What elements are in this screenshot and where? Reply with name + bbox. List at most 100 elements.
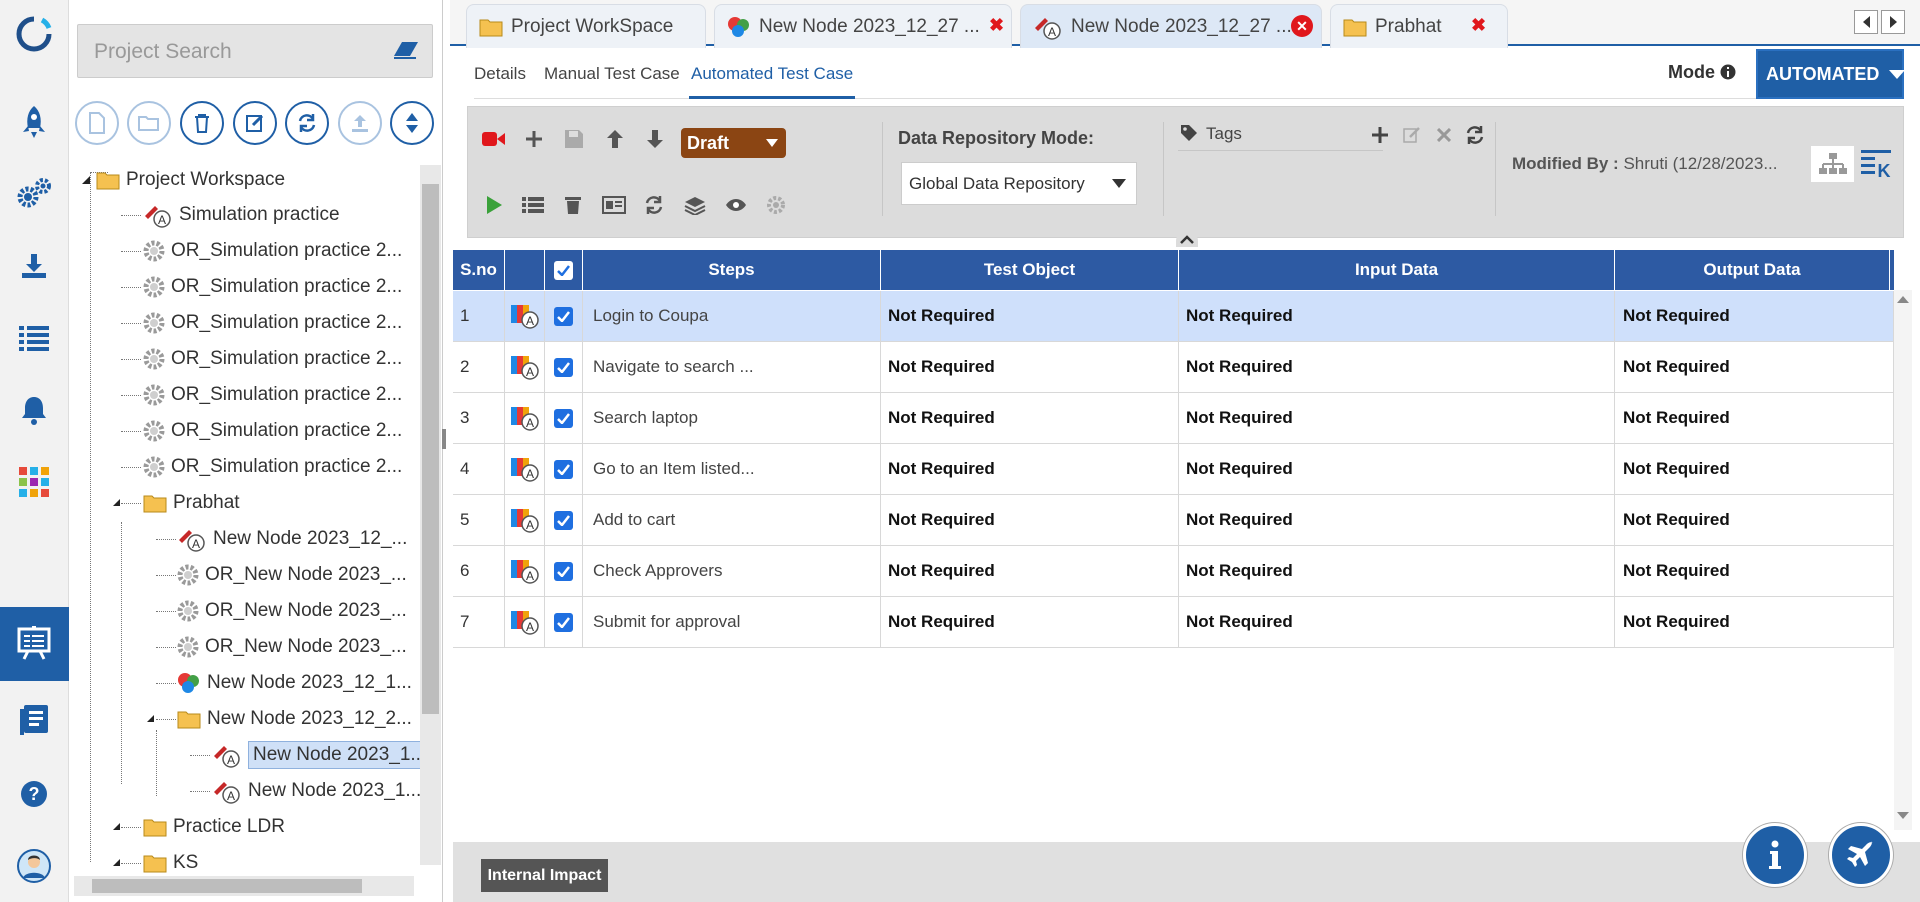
table-row[interactable]: 5 A Add to cart Not Required Not Required Not… — [453, 495, 1894, 546]
collapse-triangle-icon[interactable] — [147, 715, 154, 722]
refresh-button[interactable] — [285, 101, 329, 145]
sync-icon[interactable] — [640, 191, 668, 219]
cell-test-object[interactable]: Not Required — [881, 546, 1179, 596]
remove-tag-icon[interactable] — [1430, 121, 1458, 149]
scroll-down-arrow-icon[interactable] — [1897, 812, 1909, 819]
delete-button[interactable] — [180, 101, 224, 145]
settings-gear-icon[interactable] — [762, 191, 790, 219]
tab-prabhat[interactable]: Prabhat ✖ — [1330, 4, 1508, 48]
cell-test-object[interactable]: Not Required — [881, 393, 1179, 443]
table-row[interactable]: 3 A Search laptop Not Required Not Required N… — [453, 393, 1894, 444]
cell-output-data[interactable]: Not Required — [1615, 495, 1894, 545]
status-dropdown[interactable]: Draft — [681, 128, 786, 158]
row-checkbox[interactable] — [554, 306, 573, 326]
cell-test-object[interactable]: Not Required — [881, 597, 1179, 647]
keyword-view-button[interactable]: K — [1858, 146, 1896, 182]
cell-step[interactable]: Check Approvers — [583, 546, 881, 596]
cell-output-data[interactable]: Not Required — [1615, 444, 1894, 494]
tree-root-folder[interactable]: Project Workspace — [82, 163, 285, 197]
tree-hscroll-thumb[interactable] — [92, 879, 362, 893]
edit-tag-icon[interactable] — [1398, 121, 1426, 149]
tab-scroll-left-button[interactable] — [1854, 10, 1878, 34]
tree-node[interactable]: New Node 2023_12_1... — [177, 666, 412, 700]
cell-output-data[interactable]: Not Required — [1615, 291, 1894, 341]
grid-vertical-scrollbar[interactable] — [1894, 290, 1912, 830]
table-row[interactable]: 1 A Login to Coupa Not Required Not Required… — [453, 291, 1894, 342]
cell-input-data[interactable]: Not Required — [1179, 444, 1615, 494]
cell-output-data[interactable]: Not Required — [1615, 393, 1894, 443]
rail-item-testcases-active[interactable] — [0, 607, 80, 681]
sort-button[interactable] — [390, 101, 434, 145]
tree-node[interactable]: A New Node 2023_1... — [212, 774, 421, 808]
help-icon[interactable]: ? — [14, 774, 54, 814]
tab-node-testcase-active[interactable]: A New Node 2023_12_27 ... ✕ — [1020, 4, 1322, 48]
table-row[interactable]: 7 A Submit for approval Not Required Not Req… — [453, 597, 1894, 648]
download-icon[interactable] — [14, 246, 54, 286]
bell-icon[interactable] — [14, 390, 54, 430]
gears-icon[interactable] — [14, 174, 54, 214]
cell-input-data[interactable]: Not Required — [1179, 291, 1615, 341]
tree-node[interactable]: OR_Simulation practice 2... — [143, 306, 402, 340]
apps-grid-icon[interactable] — [14, 462, 54, 502]
eye-icon[interactable] — [722, 191, 750, 219]
row-checkbox[interactable] — [554, 459, 573, 479]
cell-output-data[interactable]: Not Required — [1615, 342, 1894, 392]
cell-input-data[interactable]: Not Required — [1179, 342, 1615, 392]
collapse-triangle-icon[interactable] — [113, 823, 120, 830]
cell-checkbox[interactable] — [545, 495, 583, 545]
row-checkbox[interactable] — [554, 408, 573, 428]
table-row[interactable]: 2 A Navigate to search ... Not Required Not … — [453, 342, 1894, 393]
report-icon[interactable] — [600, 191, 628, 219]
collapse-toolbar-button[interactable] — [1176, 231, 1198, 247]
subtab-details[interactable]: Details — [474, 64, 526, 84]
open-folder-button[interactable] — [127, 101, 171, 145]
cell-input-data[interactable]: Not Required — [1179, 393, 1615, 443]
cell-checkbox[interactable] — [545, 444, 583, 494]
cell-input-data[interactable]: Not Required — [1179, 597, 1615, 647]
cell-checkbox[interactable] — [545, 597, 583, 647]
tree-node[interactable]: A Simulation practice — [143, 198, 340, 232]
table-row[interactable]: 6 A Check Approvers Not Required Not Require… — [453, 546, 1894, 597]
new-file-button[interactable] — [75, 101, 119, 145]
record-icon[interactable] — [480, 125, 508, 153]
cell-checkbox[interactable] — [545, 342, 583, 392]
tree-node[interactable]: OR_New Node 2023_... — [177, 630, 407, 664]
row-checkbox[interactable] — [554, 561, 573, 581]
move-up-icon[interactable] — [601, 125, 629, 153]
tree-folder[interactable]: KS — [143, 846, 198, 880]
cell-input-data[interactable]: Not Required — [1179, 495, 1615, 545]
list-icon[interactable] — [14, 318, 54, 358]
cell-step[interactable]: Add to cart — [583, 495, 881, 545]
tab-close-icon[interactable]: ✖ — [989, 15, 1004, 36]
tree-node[interactable]: OR_Simulation practice 2... — [143, 234, 402, 268]
upload-button[interactable] — [338, 101, 382, 145]
cell-test-object[interactable]: Not Required — [881, 291, 1179, 341]
eraser-icon[interactable] — [392, 40, 420, 60]
tree-node[interactable]: OR_Simulation practice 2... — [143, 378, 402, 412]
tree-node[interactable]: OR_Simulation practice 2... — [143, 270, 402, 304]
subtab-automated-test-case[interactable]: Automated Test Case — [691, 64, 853, 84]
tab-close-circle-icon[interactable]: ✕ — [1291, 15, 1313, 37]
layers-icon[interactable] — [681, 191, 709, 219]
trash-icon[interactable] — [559, 191, 587, 219]
tree-node[interactable]: OR_New Node 2023_... — [177, 558, 407, 592]
refresh-tags-icon[interactable] — [1461, 121, 1489, 149]
scroll-up-arrow-icon[interactable] — [1897, 296, 1909, 303]
cell-input-data[interactable]: Not Required — [1179, 546, 1615, 596]
cell-checkbox[interactable] — [545, 546, 583, 596]
cell-output-data[interactable]: Not Required — [1615, 546, 1894, 596]
tab-project-workspace[interactable]: Project WorkSpace — [466, 4, 706, 48]
flight-fab-button[interactable] — [1829, 823, 1893, 887]
info-icon[interactable] — [1720, 64, 1736, 80]
project-search-input[interactable] — [94, 39, 374, 65]
cell-checkbox[interactable] — [545, 393, 583, 443]
table-row[interactable]: 4 A Go to an Item listed... Not Required Not… — [453, 444, 1894, 495]
cell-test-object[interactable]: Not Required — [881, 444, 1179, 494]
subtab-manual-test-case[interactable]: Manual Test Case — [544, 64, 680, 84]
select-all-checkbox[interactable] — [554, 260, 573, 280]
header-steps[interactable]: Steps — [583, 250, 881, 290]
tree-node[interactable]: OR_New Node 2023_... — [177, 594, 407, 628]
tree-node[interactable]: OR_Simulation practice 2... — [143, 450, 402, 484]
tab-scroll-right-button[interactable] — [1881, 10, 1905, 34]
row-checkbox[interactable] — [554, 612, 573, 632]
